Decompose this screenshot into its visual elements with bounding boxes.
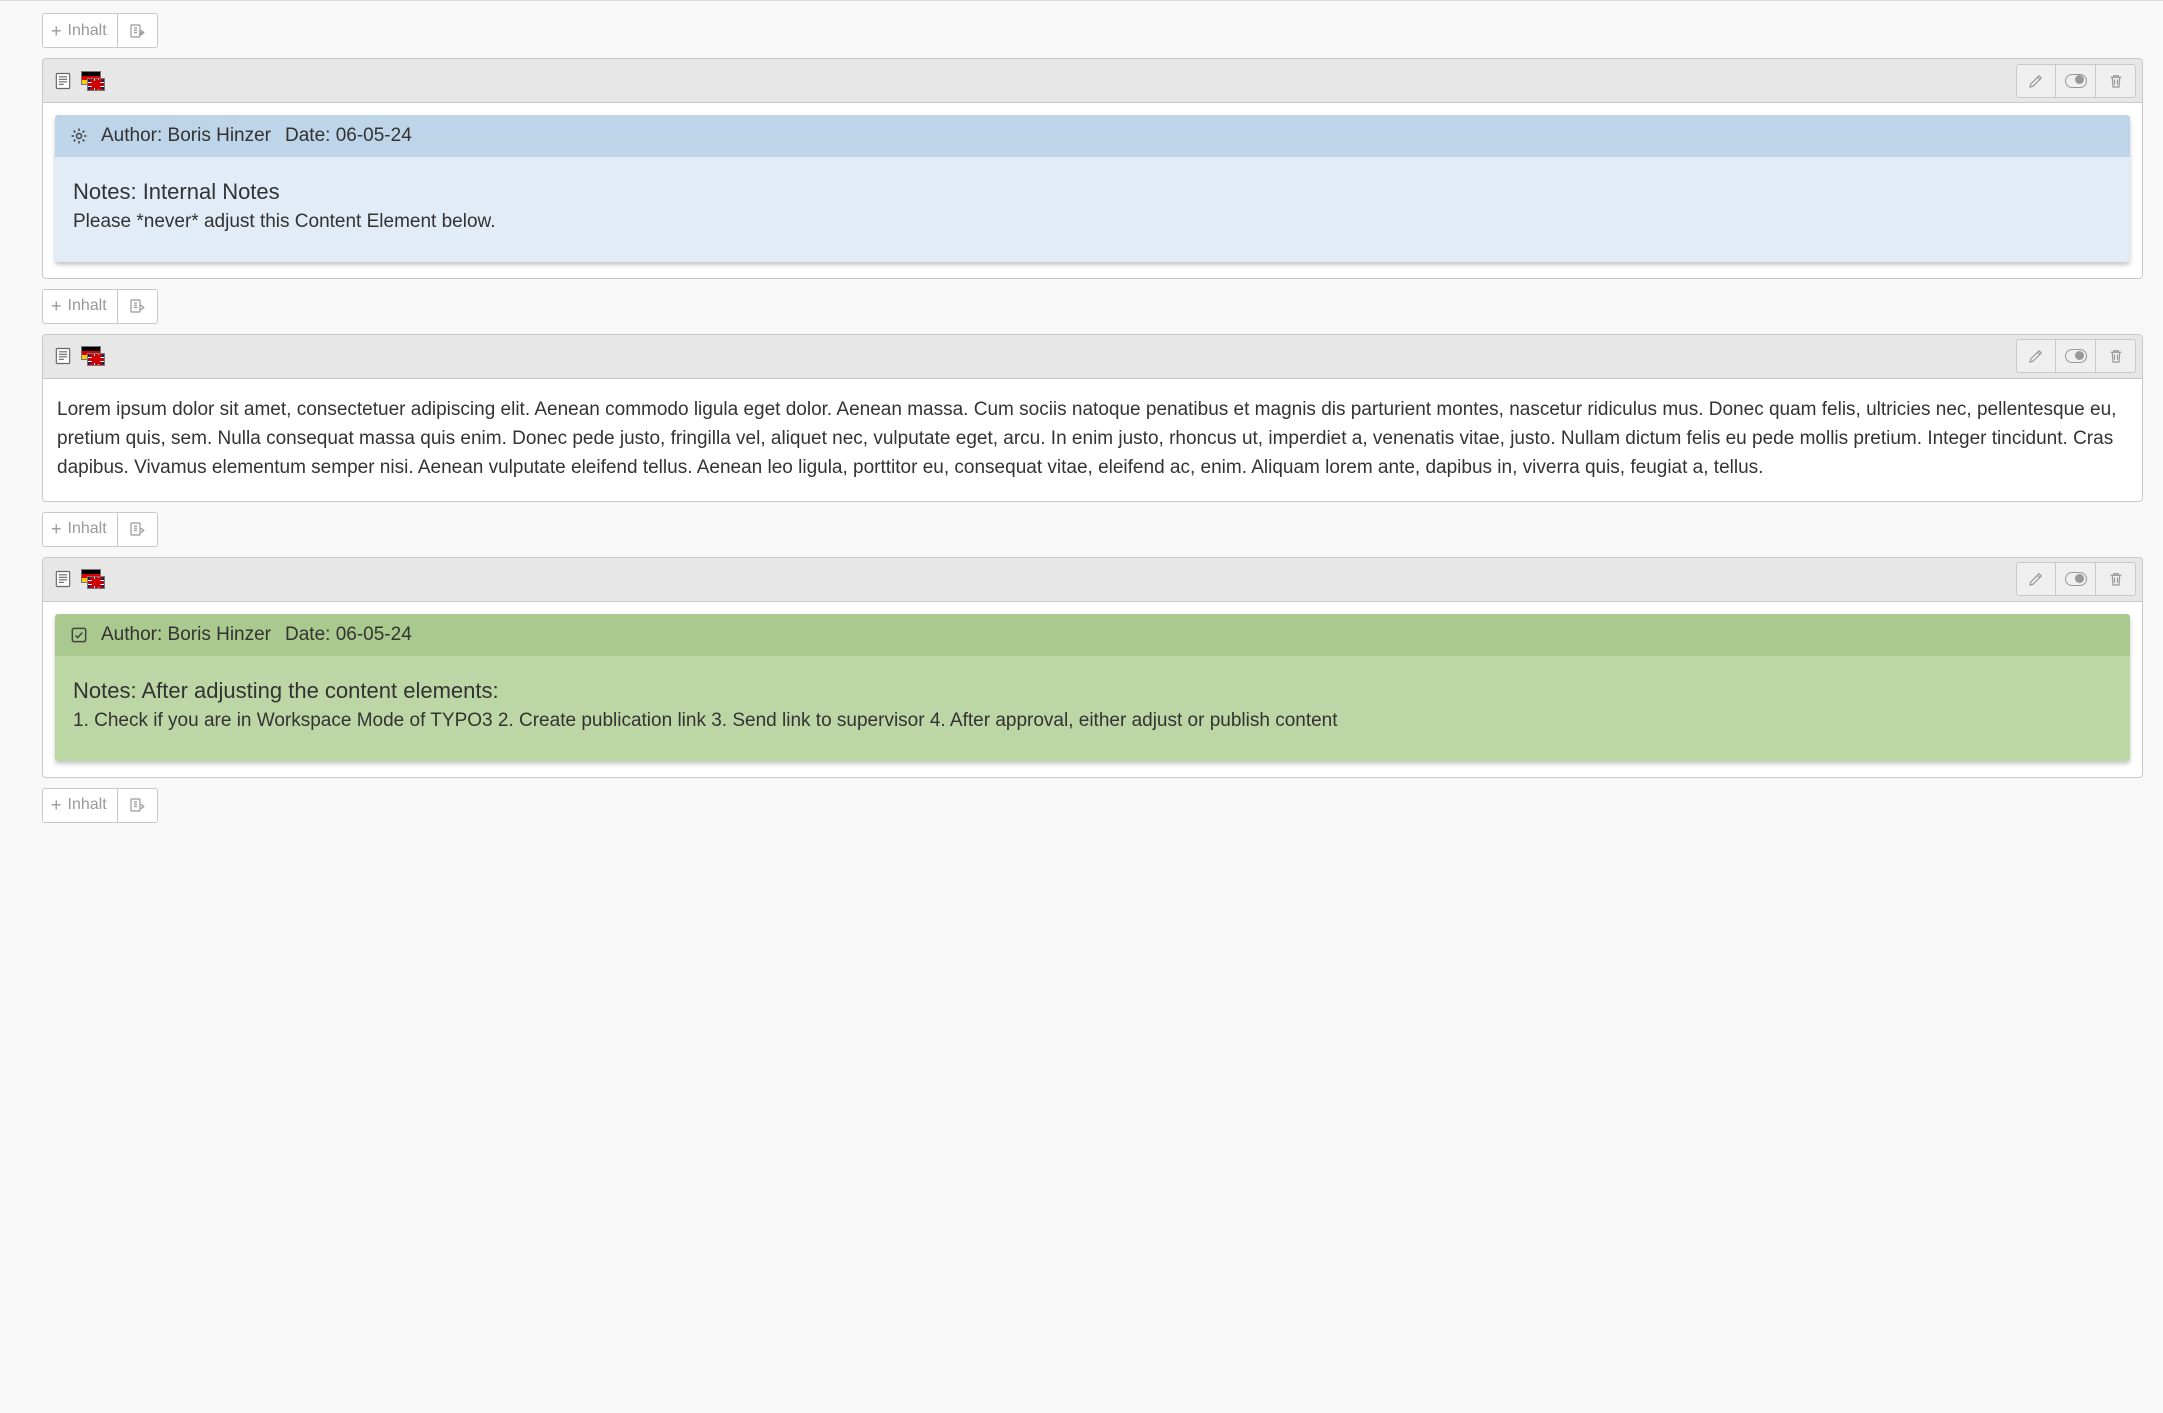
note-date: Date: 06-05-24 <box>285 125 412 147</box>
text-content-icon <box>53 569 73 589</box>
paste-icon <box>128 796 146 814</box>
add-content-row: + Inhalt <box>42 788 2143 823</box>
trash-icon <box>2107 72 2125 90</box>
new-content-label: Inhalt <box>68 796 107 814</box>
note-author: Author: Boris Hinzer <box>101 125 271 147</box>
note-title: Notes: After adjusting the content eleme… <box>73 678 2112 704</box>
edit-button[interactable] <box>2016 339 2056 373</box>
note-panel: Author: Boris Hinzer Date: 06-05-24 Note… <box>55 115 2130 262</box>
hide-toggle-button[interactable] <box>2056 64 2096 98</box>
new-content-label: Inhalt <box>68 22 107 40</box>
content-element-header[interactable] <box>43 558 2142 602</box>
language-flags-icon <box>81 346 105 366</box>
toggle-icon <box>2065 572 2087 586</box>
language-flags-icon <box>81 71 105 91</box>
delete-button[interactable] <box>2096 64 2136 98</box>
paste-content-button[interactable] <box>118 512 158 547</box>
content-element-header[interactable] <box>43 59 2142 103</box>
note-date: Date: 06-05-24 <box>285 624 412 646</box>
hide-toggle-button[interactable] <box>2056 562 2096 596</box>
pencil-icon <box>2027 347 2045 365</box>
add-content-row: + Inhalt <box>42 13 2143 48</box>
trash-icon <box>2107 570 2125 588</box>
paste-content-button[interactable] <box>118 289 158 324</box>
new-content-button[interactable]: + Inhalt <box>42 13 118 48</box>
toggle-icon <box>2065 74 2087 88</box>
plus-icon: + <box>51 297 62 315</box>
new-content-button[interactable]: + Inhalt <box>42 788 118 823</box>
edit-button[interactable] <box>2016 562 2056 596</box>
new-content-button[interactable]: + Inhalt <box>42 512 118 547</box>
content-element: Author: Boris Hinzer Date: 06-05-24 Note… <box>42 58 2143 279</box>
paste-content-button[interactable] <box>118 788 158 823</box>
plus-icon: + <box>51 796 62 814</box>
content-element: Author: Boris Hinzer Date: 06-05-24 Note… <box>42 557 2143 778</box>
paste-icon <box>128 297 146 315</box>
plus-icon: + <box>51 22 62 40</box>
text-content-icon <box>53 346 73 366</box>
note-title: Notes: Internal Notes <box>73 179 2112 205</box>
new-content-button[interactable]: + Inhalt <box>42 289 118 324</box>
delete-button[interactable] <box>2096 339 2136 373</box>
pencil-icon <box>2027 570 2045 588</box>
add-content-row: + Inhalt <box>42 289 2143 324</box>
language-flags-icon <box>81 569 105 589</box>
content-body-text: Lorem ipsum dolor sit amet, consectetuer… <box>43 379 2142 501</box>
note-text: Please *never* adjust this Content Eleme… <box>73 209 2112 236</box>
checkbox-icon <box>69 625 89 645</box>
note-header: Author: Boris Hinzer Date: 06-05-24 <box>55 115 2130 157</box>
plus-icon: + <box>51 520 62 538</box>
note-header: Author: Boris Hinzer Date: 06-05-24 <box>55 614 2130 656</box>
note-panel: Author: Boris Hinzer Date: 06-05-24 Note… <box>55 614 2130 761</box>
note-author: Author: Boris Hinzer <box>101 624 271 646</box>
toggle-icon <box>2065 349 2087 363</box>
paste-icon <box>128 520 146 538</box>
note-text: 1. Check if you are in Workspace Mode of… <box>73 708 2112 735</box>
content-element: Lorem ipsum dolor sit amet, consectetuer… <box>42 334 2143 502</box>
paste-content-button[interactable] <box>118 13 158 48</box>
edit-button[interactable] <box>2016 64 2056 98</box>
trash-icon <box>2107 347 2125 365</box>
paste-icon <box>128 22 146 40</box>
pencil-icon <box>2027 72 2045 90</box>
delete-button[interactable] <box>2096 562 2136 596</box>
new-content-label: Inhalt <box>68 297 107 315</box>
add-content-row: + Inhalt <box>42 512 2143 547</box>
new-content-label: Inhalt <box>68 520 107 538</box>
content-element-header[interactable] <box>43 335 2142 379</box>
gear-icon <box>69 126 89 146</box>
hide-toggle-button[interactable] <box>2056 339 2096 373</box>
text-content-icon <box>53 71 73 91</box>
